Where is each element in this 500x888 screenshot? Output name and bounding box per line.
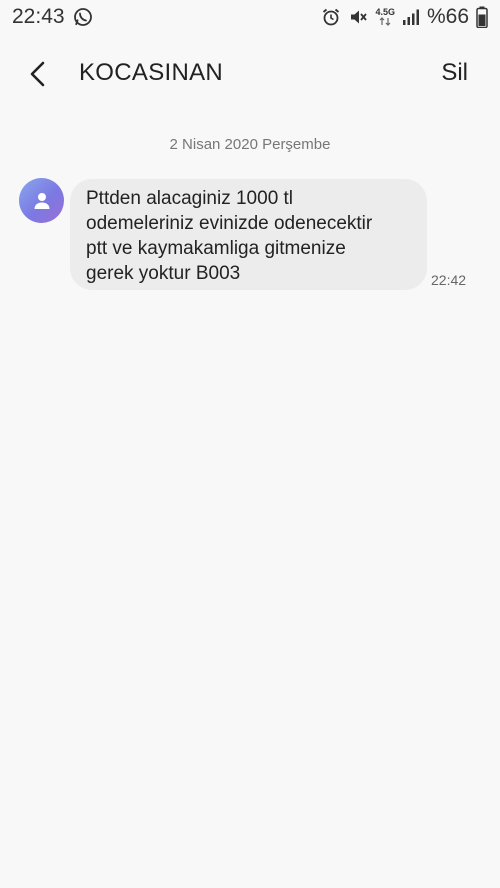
status-left: 22:43	[12, 5, 93, 29]
delete-button[interactable]: Sil	[441, 59, 468, 87]
network-icon: 4.5G	[375, 8, 395, 26]
message-line: odemeleriniz evinizde odenecektir	[86, 213, 373, 234]
status-bar: 22:43 4.5G %66	[0, 0, 500, 34]
mute-icon	[348, 7, 368, 27]
conversation-title: KOCASINAN	[79, 59, 224, 86]
status-time: 22:43	[12, 5, 65, 28]
message-line: Pttden alacaginiz 1000 tl	[86, 188, 294, 209]
message-timestamp: 22:42	[431, 272, 467, 288]
network-type: 4.5G	[375, 7, 395, 17]
date-separator: 2 Nisan 2020 Perşembe	[169, 136, 331, 153]
contact-person-icon	[34, 192, 49, 209]
battery-icon	[476, 6, 488, 28]
signal-icon	[402, 8, 420, 26]
app-bar: KOCASINAN Sil	[0, 44, 500, 102]
message-bubble[interactable]: Pttden alacaginiz 1000 tl odemeleriniz e…	[70, 179, 427, 290]
alarm-icon	[321, 7, 341, 27]
battery-text: %66	[426, 5, 469, 28]
message-line: ptt ve kaymakamliga gitmenize	[86, 238, 346, 259]
screen: 22:43 4.5G %66 KOCASINAN Sil 2 Nisan 202…	[0, 0, 500, 888]
status-right: 4.5G %66	[321, 5, 488, 29]
back-button[interactable]	[18, 54, 58, 94]
avatar[interactable]	[19, 178, 64, 223]
message-line: gerek yoktur B003	[86, 263, 241, 284]
back-arrow-icon	[30, 61, 45, 87]
whatsapp-icon	[73, 7, 93, 27]
